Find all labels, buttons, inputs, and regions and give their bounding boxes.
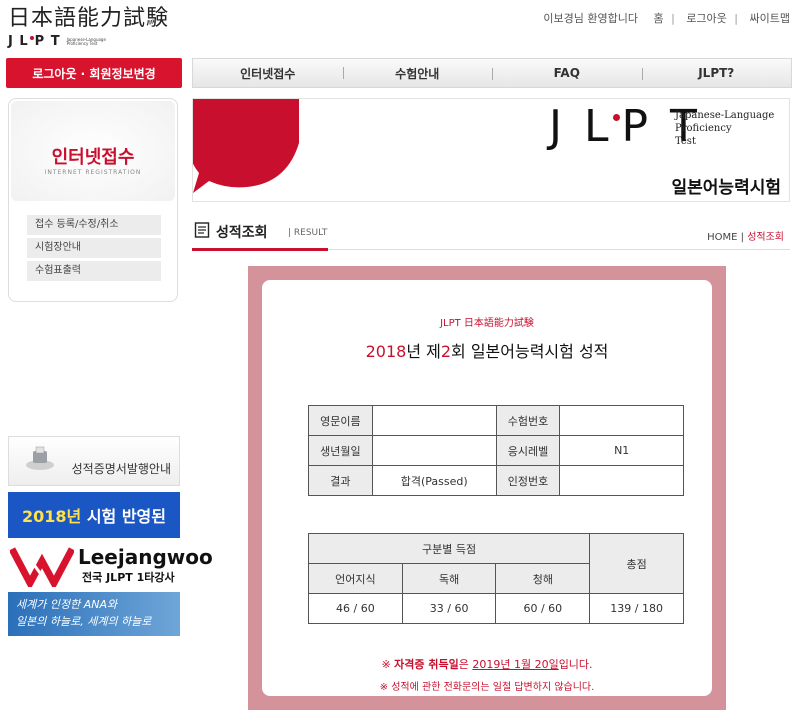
result-banner[interactable]: 2018년 시험 반영된 — [8, 492, 180, 538]
banner-korean-title: 일본어능력시험 — [671, 178, 781, 198]
name-value — [371, 405, 497, 436]
score-certificate: JLPT 日本語能力試験 2018년 제2회 일본어능력시험 성적 영문이름 수… — [262, 280, 712, 696]
certificate-header: JLPT 日本語能力試験 — [440, 318, 534, 329]
score-table: 구분별 득점 총점 언어지식 독해 청해 46 / 60 33 / 60 60 … — [307, 533, 684, 624]
ana-banner-line2: 일본의 하늘로, 세계의 하늘로 — [16, 615, 152, 628]
result-banner-year: 2018년 — [21, 507, 82, 526]
logo-tiny-text: Japanese-Language Proficiency Test — [66, 36, 106, 46]
sidebar-item-venue[interactable]: 시험장안내 — [27, 238, 161, 258]
welcome-text: 이보경님 환영합니다 — [543, 12, 638, 25]
banner-english-text: Japanese-Language Proficiency Test — [675, 110, 775, 147]
certificate-title: 2018년 제2회 일본어능력시험 성적 — [365, 342, 609, 361]
breadcrumb: HOME | 성적조회 — [707, 232, 784, 243]
examinee-info-table: 영문이름 수험번호 생년월일 응시레벨 N1 결과 합격(Passed) 인정번… — [308, 405, 684, 496]
nav-item-exam-guide[interactable]: 수험안내 — [342, 65, 493, 82]
name-label: 영문이름 — [308, 405, 373, 436]
title-underline — [192, 248, 328, 251]
score-value-language: 46 / 60 — [308, 593, 403, 624]
page-title: 성적조회 — [216, 225, 268, 241]
phone-inquiry-notice: ※ 성적에 관한 전화문의는 일절 답변하지 않습니다. — [379, 682, 595, 693]
score-value-total: 139 / 180 — [589, 593, 684, 624]
sidebar-item-register[interactable]: 접수 등록/수정/취소 — [27, 215, 161, 235]
score-value-reading: 33 / 60 — [401, 593, 497, 624]
total-score-header: 총점 — [589, 533, 684, 594]
result-banner-text: 시험 반영된 — [86, 507, 166, 526]
score-category-language: 언어지식 — [308, 563, 403, 594]
leejangwoo-logo-icon — [10, 547, 74, 587]
table-row: 구분별 득점 총점 — [307, 533, 684, 594]
home-link[interactable]: 홈 — [653, 12, 663, 25]
nav-item-jlpt[interactable]: JLPT? — [641, 66, 792, 80]
certificate-number-label: 인정번호 — [495, 465, 561, 496]
breadcrumb-home[interactable]: HOME — [707, 232, 737, 243]
breadcrumb-current: 성적조회 — [747, 232, 784, 243]
top-nav: 인터넷접수 수험안내 FAQ JLPT? — [192, 58, 792, 88]
nav-item-internet-registration[interactable]: 인터넷접수 — [193, 65, 343, 82]
document-icon — [194, 222, 210, 238]
sidebar-title: 인터넷접수 — [51, 147, 135, 168]
score-category-reading: 독해 — [401, 563, 497, 594]
table-row: 46 / 60 33 / 60 60 / 60 139 / 180 — [308, 593, 684, 624]
speech-bubble-graphic — [193, 99, 299, 193]
left-sidebar: 인터넷접수 INTERNET REGISTRATION 접수 등록/수정/취소 … — [8, 98, 178, 302]
sitemap-link[interactable]: 싸이트맵 — [750, 12, 790, 25]
score-certificate-frame: JLPT 日本語能力試験 2018년 제2회 일본어능력시험 성적 영문이름 수… — [248, 266, 726, 710]
certificate-date-notice: ※ 자격증 취득일은 2019년 1월 20일입니다. — [381, 658, 593, 671]
logout-link[interactable]: 로그아웃 — [686, 12, 726, 25]
table-row: 영문이름 수험번호 — [308, 405, 684, 436]
table-row: 생년월일 응시레벨 N1 — [308, 435, 684, 466]
sidebar-item-ticket[interactable]: 수험표출력 — [27, 261, 161, 281]
score-value-listening: 60 / 60 — [495, 593, 591, 624]
nav-item-faq[interactable]: FAQ — [492, 66, 642, 80]
ana-banner[interactable]: 세계가 인정한 ANA와 일본의 하늘로, 세계의 하늘로 — [8, 592, 180, 636]
ana-banner-line1: 세계가 인정한 ANA와 — [16, 598, 118, 611]
section-score-header: 구분별 득점 — [307, 533, 591, 564]
certificate-banner-text: 성적증명서발행안내 — [71, 462, 171, 476]
birth-label: 생년월일 — [308, 435, 373, 466]
page-subtitle: | RESULT — [288, 228, 328, 238]
score-category-listening: 청해 — [495, 563, 591, 594]
top-utility-bar: 이보경님 환영합니다 홈 | 로그아웃 | 싸이트맵 — [543, 12, 790, 25]
exam-number-value — [559, 405, 684, 436]
logo-sub: J LP T Japanese-Language Proficiency Tes… — [8, 34, 188, 49]
level-label: 응시레벨 — [495, 435, 561, 466]
exam-number-label: 수험번호 — [495, 405, 561, 436]
sidebar-subtitle: INTERNET REGISTRATION — [44, 169, 142, 176]
result-label: 결과 — [308, 465, 373, 496]
leejangwoo-banner[interactable]: Leejangwoo 전국 JLPT 1타강사 — [8, 543, 213, 587]
result-value: 합격(Passed) — [371, 465, 497, 496]
page-title-bar: 성적조회 | RESULT HOME | 성적조회 — [192, 220, 790, 251]
leejangwoo-subtitle: 전국 JLPT 1타강사 — [82, 571, 175, 584]
printer-icon — [26, 446, 54, 470]
leejangwoo-name: Leejangwoo — [78, 545, 213, 569]
site-logo[interactable]: 日本語能力試験 J LP T Japanese-Language Profici… — [8, 6, 188, 50]
level-value: N1 — [559, 435, 684, 466]
logo-jlpt: J LP T — [8, 34, 61, 49]
logo-japanese-text: 日本語能力試験 — [8, 6, 170, 31]
sidebar-menu: 접수 등록/수정/취소 시험장안내 수험표출력 — [27, 215, 161, 284]
table-row: 결과 합격(Passed) 인정번호 — [308, 465, 684, 496]
logout-member-button[interactable]: 로그아웃 · 회원정보변경 — [6, 58, 182, 88]
birth-value — [371, 435, 497, 466]
certificate-number-value — [559, 465, 684, 496]
certificate-banner[interactable]: 성적증명서발행안내 — [8, 436, 180, 486]
jlpt-main-banner: J LP T Japanese-Language Proficiency Tes… — [192, 98, 790, 202]
